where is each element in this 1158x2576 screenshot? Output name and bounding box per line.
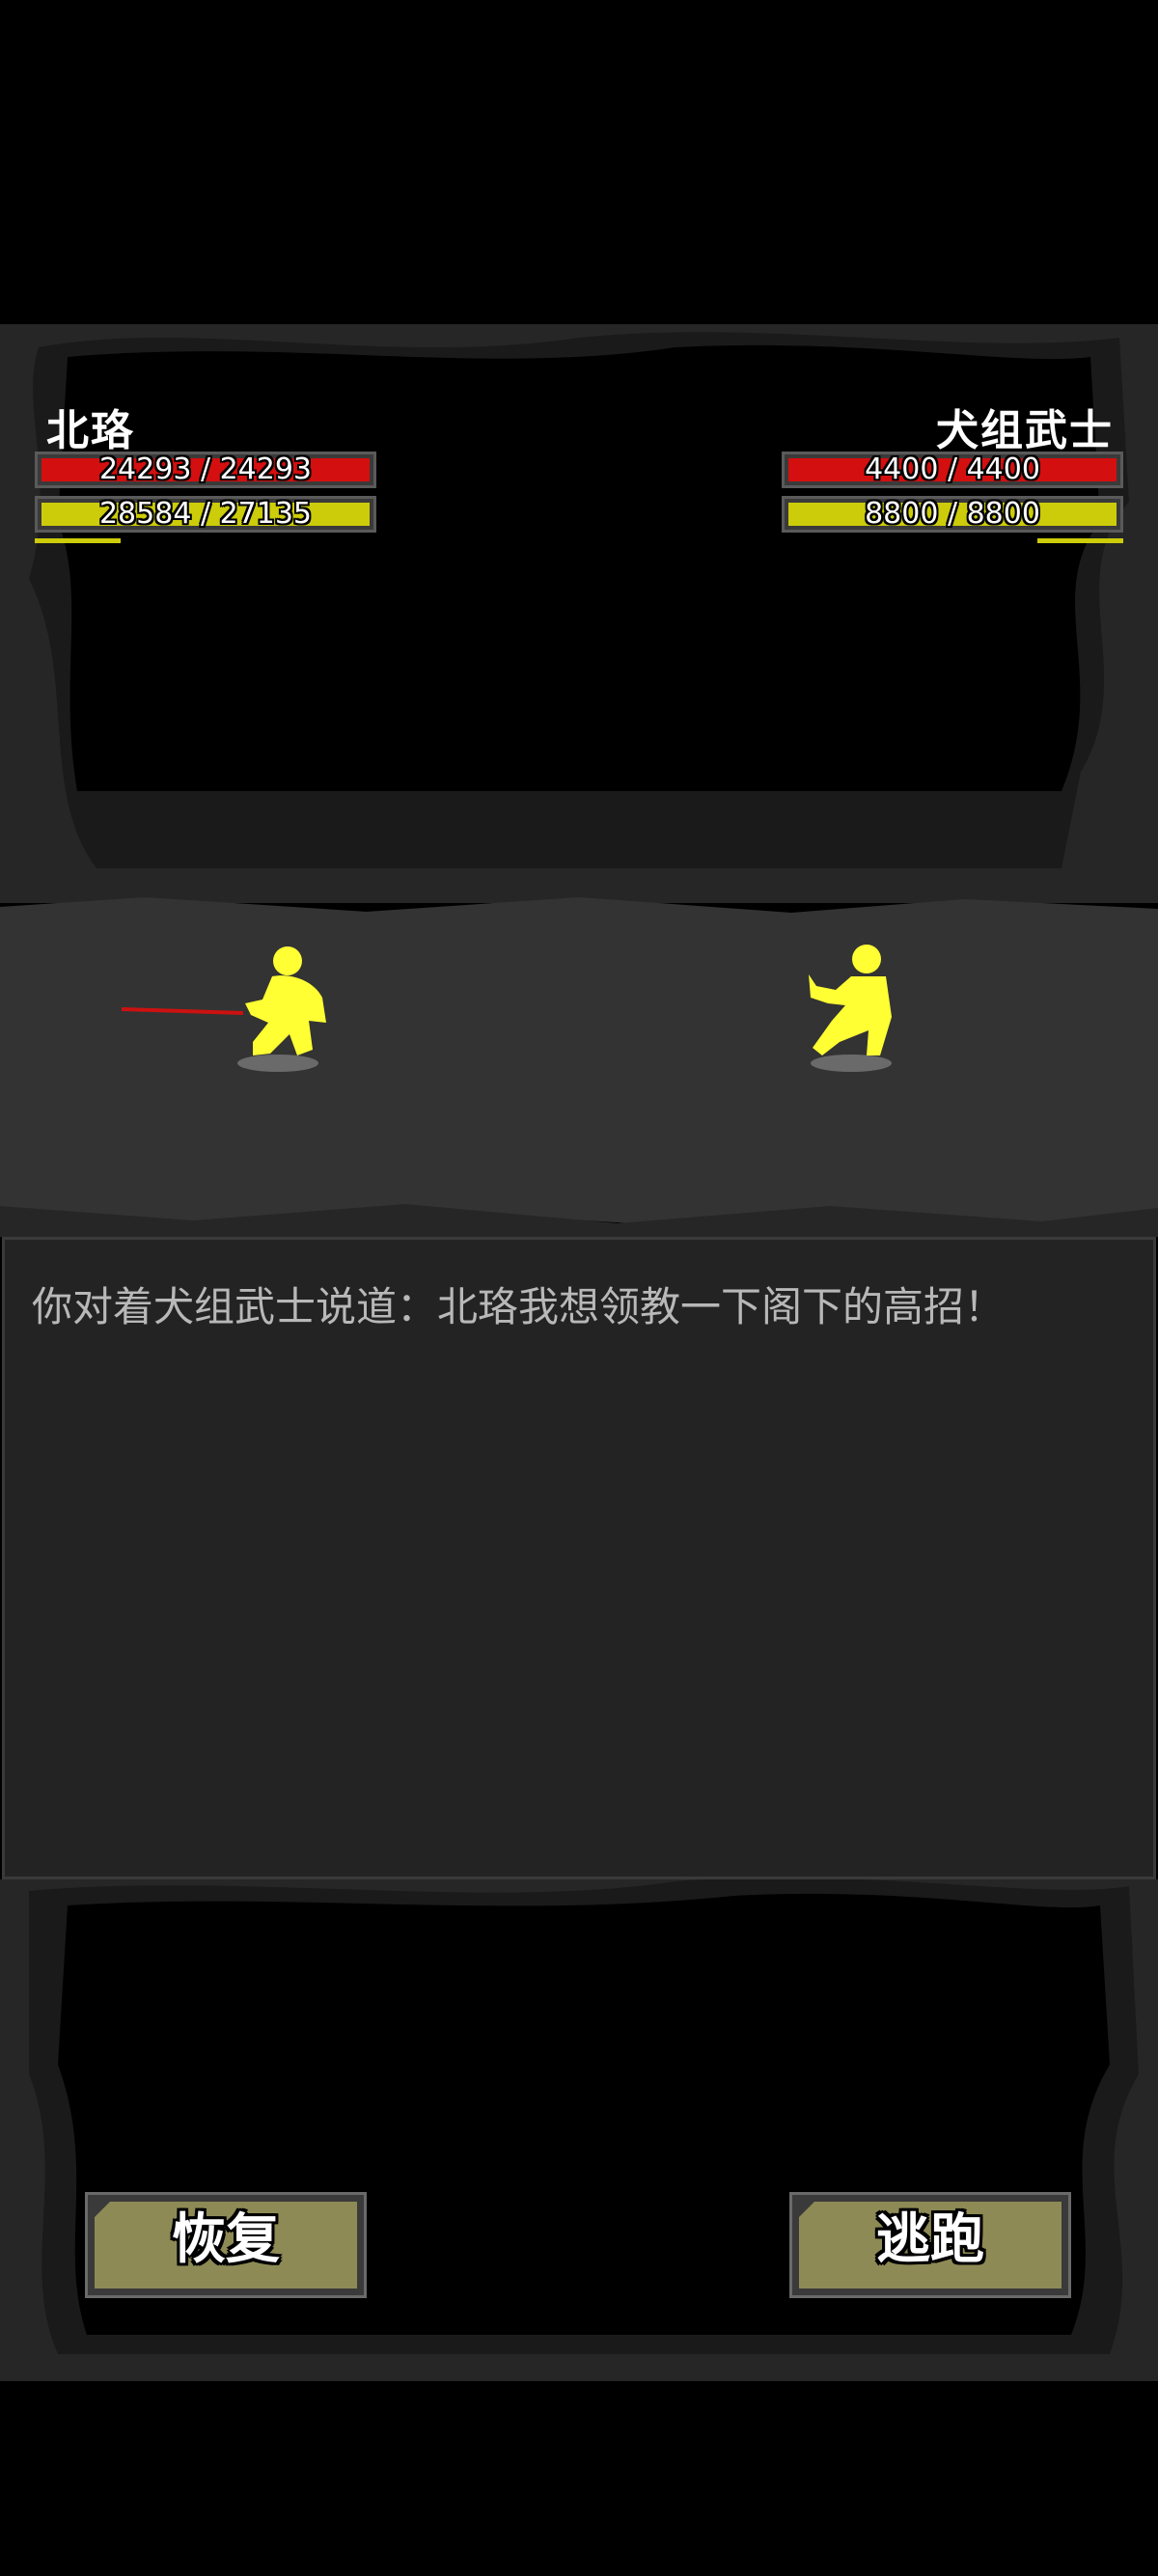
enemy-charge-bar [1037, 538, 1123, 543]
player-mp-text: 28584 / 27135 [98, 497, 313, 531]
log-line: 你对着犬组武士说道：北珞我想领教一下阁下的高招！ [32, 1283, 1006, 1330]
enemy-hp-text: 4400 / 4400 [865, 452, 1040, 486]
recover-button[interactable]: 恢复 [85, 2192, 367, 2298]
player-charge-bar [35, 538, 121, 543]
player-mp-bar: 28584 / 27135 [35, 496, 376, 533]
flee-button[interactable]: 逃跑 [789, 2192, 1071, 2298]
player-name: 北珞 [46, 406, 135, 455]
ground [0, 897, 1158, 1237]
flee-button-label: 逃跑 [876, 2208, 984, 2271]
enemy-shadow [811, 1055, 892, 1072]
player-hp-text: 24293 / 24293 [98, 452, 313, 486]
enemy-mp-bar: 8800 / 8800 [782, 496, 1123, 533]
smoke-background-bottom [0, 1877, 1158, 2381]
combat-log: 你对着犬组武士说道：北珞我想领教一下阁下的高招！ [2, 1237, 1156, 1879]
recover-button-label: 恢复 [172, 2208, 280, 2271]
enemy-name: 犬组武士 [936, 406, 1114, 455]
player-shadow [237, 1055, 318, 1072]
enemy-hp-bar: 4400 / 4400 [782, 452, 1123, 488]
player-hp-bar: 24293 / 24293 [35, 452, 376, 488]
enemy-mp-text: 8800 / 8800 [865, 497, 1040, 531]
